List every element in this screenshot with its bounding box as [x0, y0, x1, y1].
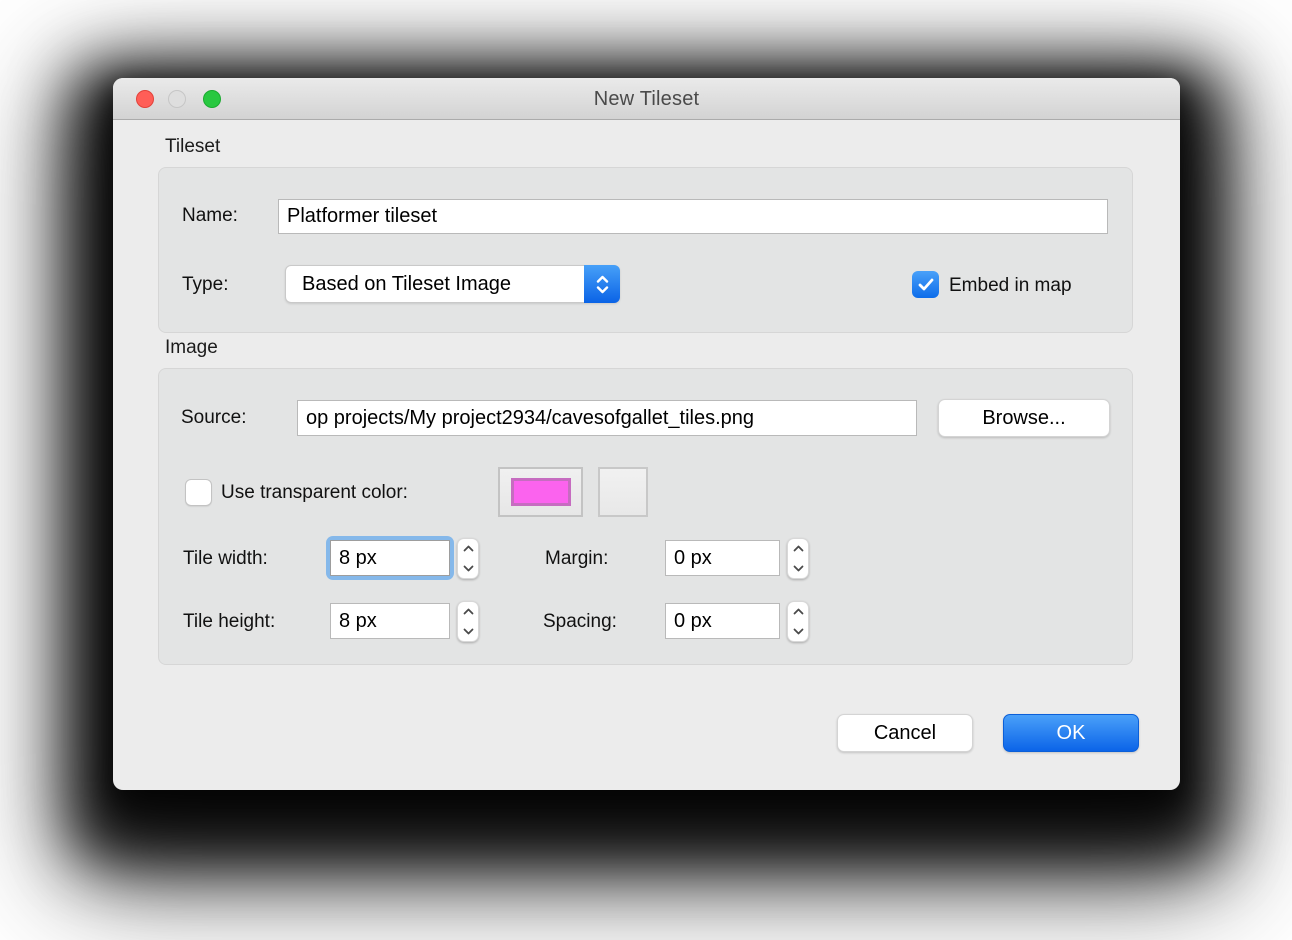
type-label: Type:: [182, 274, 228, 296]
chevron-up-icon: [596, 275, 609, 283]
stepper-down[interactable]: [788, 622, 808, 642]
color-picker-button[interactable]: [598, 467, 648, 517]
name-input[interactable]: [278, 199, 1108, 234]
new-tileset-dialog: New Tileset Tileset Name: Type: Based on…: [113, 78, 1180, 790]
spacing-stepper[interactable]: [787, 601, 809, 642]
stepper-up[interactable]: [788, 602, 808, 622]
tile-width-input[interactable]: [330, 540, 450, 576]
browse-button[interactable]: Browse...: [938, 399, 1110, 437]
tile-height-stepper[interactable]: [457, 601, 479, 642]
name-label: Name:: [182, 205, 238, 227]
close-button[interactable]: [136, 90, 154, 108]
chevron-down-icon: [793, 565, 804, 572]
stepper-up[interactable]: [458, 602, 478, 622]
spacing-input[interactable]: [665, 603, 780, 639]
source-input[interactable]: [297, 400, 917, 436]
ok-button[interactable]: OK: [1003, 714, 1139, 752]
tileset-section-label: Tileset: [165, 136, 220, 158]
embed-in-map-checkbox[interactable]: [912, 271, 939, 298]
image-section-label: Image: [165, 337, 218, 359]
transparent-color-swatch-button[interactable]: [498, 467, 583, 517]
chevron-up-icon: [793, 608, 804, 615]
source-label: Source:: [181, 407, 246, 429]
margin-stepper[interactable]: [787, 538, 809, 579]
type-dropdown-value: Based on Tileset Image: [302, 266, 511, 302]
browse-button-label: Browse...: [982, 407, 1065, 430]
use-transparent-color-checkbox[interactable]: [185, 479, 212, 506]
stepper-up[interactable]: [458, 539, 478, 559]
titlebar[interactable]: New Tileset: [113, 78, 1180, 120]
chevron-down-icon: [463, 565, 474, 572]
cancel-button-label: Cancel: [874, 722, 936, 745]
chevron-down-icon: [596, 286, 609, 294]
window-title: New Tileset: [113, 78, 1180, 120]
tile-height-label: Tile height:: [183, 611, 275, 633]
use-transparent-color-label[interactable]: Use transparent color:: [221, 482, 408, 504]
margin-label: Margin:: [545, 548, 608, 570]
color-swatch: [511, 478, 571, 506]
tile-width-focus-ring: [326, 536, 454, 580]
chevron-up-icon: [793, 545, 804, 552]
stepper-down[interactable]: [458, 622, 478, 642]
tile-width-label: Tile width:: [183, 548, 268, 570]
stepper-down[interactable]: [788, 559, 808, 579]
chevron-down-icon: [793, 628, 804, 635]
cancel-button[interactable]: Cancel: [837, 714, 973, 752]
chevron-up-icon: [463, 608, 474, 615]
tile-height-input[interactable]: [330, 603, 450, 639]
dropdown-arrows: [584, 265, 620, 303]
minimize-button: [168, 90, 186, 108]
margin-input[interactable]: [665, 540, 780, 576]
embed-in-map-label[interactable]: Embed in map: [949, 275, 1072, 297]
spacing-label: Spacing:: [543, 611, 617, 633]
stepper-down[interactable]: [458, 559, 478, 579]
zoom-button[interactable]: [203, 90, 221, 108]
checkmark-icon: [918, 278, 934, 291]
tile-width-stepper[interactable]: [457, 538, 479, 579]
chevron-up-icon: [463, 545, 474, 552]
tileset-groupbox: [158, 167, 1133, 333]
ok-button-label: OK: [1057, 722, 1086, 745]
chevron-down-icon: [463, 628, 474, 635]
type-dropdown[interactable]: Based on Tileset Image: [285, 265, 620, 303]
stepper-up[interactable]: [788, 539, 808, 559]
